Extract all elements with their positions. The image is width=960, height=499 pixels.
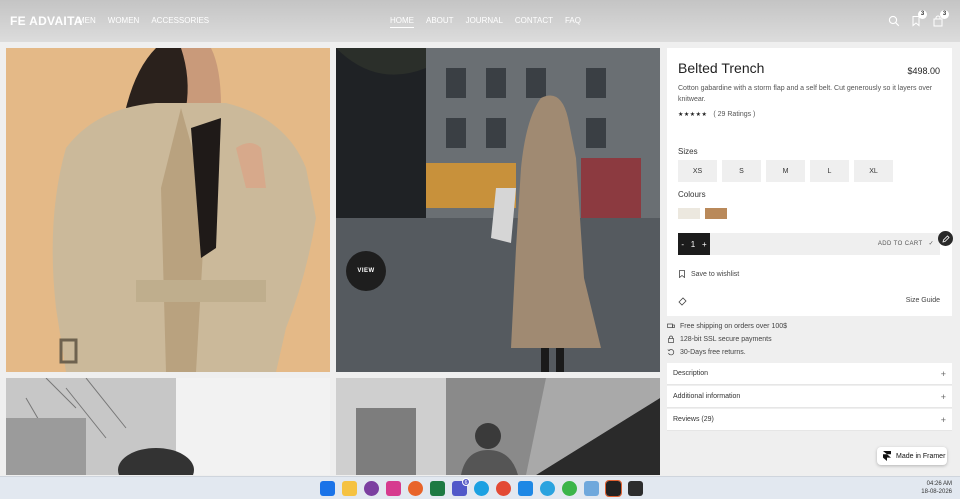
rating-stars: ★★★★★ [678,112,708,118]
header-actions: 3 3 [888,10,949,27]
framer-badge-label: Made in Framer [896,452,946,460]
excel-icon[interactable] [430,481,445,496]
save-to-wishlist-button[interactable]: Save to wishlist [678,270,739,278]
increment-button[interactable]: + [702,240,707,249]
size-option-xl[interactable]: XL [854,160,893,182]
site-logo[interactable]: FE ADVAITA [10,14,83,28]
start-icon[interactable] [320,481,335,496]
plus-icon: + [940,391,946,402]
info-ssl-text: 128-bit SSL secure payments [680,335,772,343]
podcast-icon[interactable] [364,481,379,496]
info-returns: 30-Days free returns. [667,348,746,356]
pencil-icon [941,234,950,243]
size-option-xs[interactable]: XS [678,160,717,182]
product-image-bw-2[interactable] [336,378,660,475]
cart-icon[interactable]: 3 [932,10,949,27]
accordion-description-label: Description [673,370,709,377]
checkmark-icon: ✓ [928,241,934,247]
accordion-reviews-label: Reviews (29) [673,416,714,423]
bookmark-icon [679,270,685,278]
colour-swatch-tan[interactable] [705,208,727,219]
teams-notification-badge: 6 [462,478,470,486]
add-to-cart-label: ADD TO CART [877,241,923,247]
sizes-label: Sizes [678,147,698,156]
add-to-cart-button[interactable]: ADD TO CART ✓ [878,240,934,247]
nav-journal[interactable]: JOURNAL [466,16,503,28]
nav-women[interactable]: WOMEN [108,16,140,25]
view-button[interactable]: VIEW [346,251,386,291]
plus-icon: + [940,414,946,425]
size-option-l[interactable]: L [810,160,849,182]
taskbar-apps: 6 [320,478,643,497]
nav-about[interactable]: ABOUT [426,16,454,28]
clock-date: 18-08-2026 [921,489,952,495]
size-guide-link[interactable]: Size Guide [906,297,940,304]
file-explorer-icon[interactable] [342,481,357,496]
quantity-value: 1 [690,239,696,249]
system-clock[interactable]: 04:26 AM 18-08-2026 [921,480,952,496]
product-rating[interactable]: ★★★★★ ( 29 Ratings ) [678,111,755,118]
edit-fab[interactable] [938,231,953,246]
jetbrains-icon[interactable] [605,480,622,497]
clock-time: 04:26 AM [926,481,952,487]
product-details-panel: Belted Trench $498.00 Cotton gabardine w… [667,48,952,316]
vscode-icon[interactable] [518,481,533,496]
wishlist-count-badge: 3 [918,10,927,19]
colour-options [678,208,727,219]
product-title: Belted Trench [678,60,765,76]
app-icon[interactable] [386,481,401,496]
accordion-reviews[interactable]: Reviews (29) + [667,409,952,431]
truck-icon [667,323,675,328]
firefox-icon[interactable] [408,481,423,496]
cart-count-badge: 3 [940,10,949,19]
return-icon [667,349,675,356]
made-in-framer-badge[interactable]: Made in Framer [877,447,947,465]
plus-icon: + [940,368,946,379]
wishlist-icon[interactable]: 3 [910,10,927,27]
add-to-cart-row: - 1 + ADD TO CART ✓ [678,233,940,255]
chrome-dev-icon[interactable] [496,481,511,496]
terminal-icon[interactable] [628,481,643,496]
os-taskbar: 6 04:26 AM 18-08-2026 [0,476,960,499]
info-shipping-text: Free shipping on orders over 100$ [680,322,788,330]
accordion-description[interactable]: Description + [667,363,952,385]
nav-home[interactable]: HOME [390,16,414,28]
accordion-additional-info-label: Additional information [673,393,741,400]
nav-men[interactable]: MEN [78,16,96,25]
colours-label: Colours [678,190,706,199]
category-nav: MEN WOMEN ACCESSORIES [78,16,209,25]
size-option-s[interactable]: S [722,160,761,182]
accordion-additional-info[interactable]: Additional information + [667,386,952,408]
info-returns-text: 30-Days free returns. [680,348,746,356]
nav-faq[interactable]: FAQ [565,16,581,28]
decrement-button[interactable]: - [681,240,684,249]
product-image-bw-1[interactable] [6,378,330,475]
ruler-icon [678,297,687,306]
edge-icon[interactable] [474,481,489,496]
teams-icon[interactable]: 6 [452,478,470,496]
nav-accessories[interactable]: ACCESSORIES [151,16,209,25]
quantity-stepper[interactable]: - 1 + [678,233,710,255]
rating-count: ( 29 Ratings ) [713,111,756,118]
telegram-icon[interactable] [540,481,555,496]
product-description: Cotton gabardine with a storm flap and a… [678,85,933,103]
product-image-front[interactable] [6,48,330,372]
product-image-street[interactable]: VIEW [336,48,660,372]
size-options: XS S M L XL [678,160,893,182]
size-option-m[interactable]: M [766,160,805,182]
main-nav: HOME ABOUT JOURNAL CONTACT FAQ [390,16,581,28]
product-price: $498.00 [907,66,940,76]
nav-contact[interactable]: CONTACT [515,16,553,28]
notepad-icon[interactable] [584,481,599,496]
site-header: FE ADVAITA MEN WOMEN ACCESSORIES HOME AB… [0,0,960,42]
search-icon[interactable] [888,14,900,27]
chrome-icon[interactable] [562,481,577,496]
framer-logo-icon [883,451,891,461]
lock-icon [668,335,674,343]
colour-swatch-cream[interactable] [678,208,700,219]
info-shipping: Free shipping on orders over 100$ [667,322,787,330]
wishlist-label: Save to wishlist [691,270,740,278]
info-ssl: 128-bit SSL secure payments [667,335,772,343]
